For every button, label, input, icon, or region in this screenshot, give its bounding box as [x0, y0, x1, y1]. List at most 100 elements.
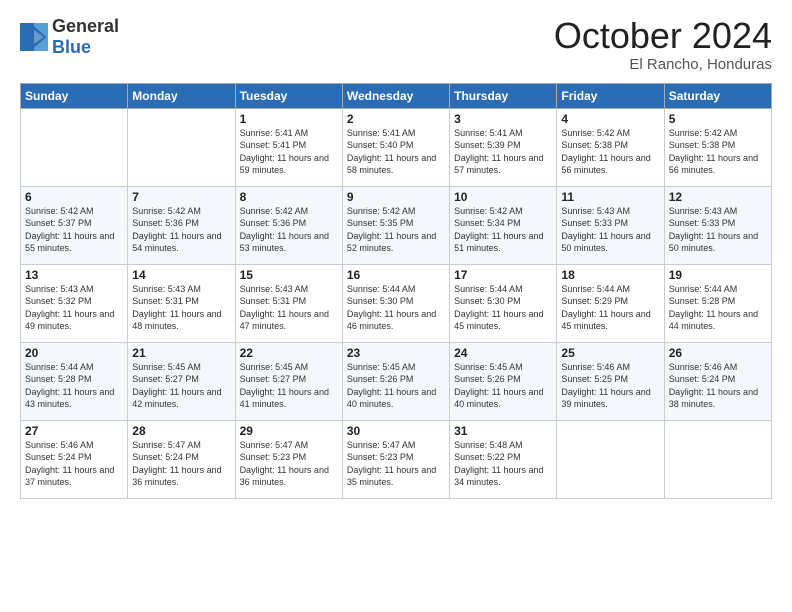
- day-info: Sunrise: 5:44 AM Sunset: 5:28 PM Dayligh…: [669, 283, 767, 333]
- calendar-cell: 27Sunrise: 5:46 AM Sunset: 5:24 PM Dayli…: [21, 420, 128, 498]
- calendar-cell: 1Sunrise: 5:41 AM Sunset: 5:41 PM Daylig…: [235, 108, 342, 186]
- day-info: Sunrise: 5:46 AM Sunset: 5:24 PM Dayligh…: [669, 361, 767, 411]
- calendar-cell: 15Sunrise: 5:43 AM Sunset: 5:31 PM Dayli…: [235, 264, 342, 342]
- calendar-week-1: 1Sunrise: 5:41 AM Sunset: 5:41 PM Daylig…: [21, 108, 772, 186]
- month-title: October 2024: [554, 16, 772, 56]
- calendar-week-5: 27Sunrise: 5:46 AM Sunset: 5:24 PM Dayli…: [21, 420, 772, 498]
- calendar-cell: [664, 420, 771, 498]
- day-info: Sunrise: 5:42 AM Sunset: 5:36 PM Dayligh…: [240, 205, 338, 255]
- day-number: 6: [25, 190, 123, 204]
- day-info: Sunrise: 5:44 AM Sunset: 5:28 PM Dayligh…: [25, 361, 123, 411]
- day-number: 12: [669, 190, 767, 204]
- page: General Blue October 2024 El Rancho, Hon…: [0, 0, 792, 612]
- day-info: Sunrise: 5:44 AM Sunset: 5:30 PM Dayligh…: [347, 283, 445, 333]
- day-info: Sunrise: 5:42 AM Sunset: 5:36 PM Dayligh…: [132, 205, 230, 255]
- calendar-cell: 8Sunrise: 5:42 AM Sunset: 5:36 PM Daylig…: [235, 186, 342, 264]
- col-tuesday: Tuesday: [235, 83, 342, 108]
- day-info: Sunrise: 5:45 AM Sunset: 5:27 PM Dayligh…: [240, 361, 338, 411]
- logo: General Blue: [20, 16, 119, 58]
- calendar-cell: 3Sunrise: 5:41 AM Sunset: 5:39 PM Daylig…: [450, 108, 557, 186]
- calendar-cell: [128, 108, 235, 186]
- day-number: 19: [669, 268, 767, 282]
- day-number: 11: [561, 190, 659, 204]
- day-number: 29: [240, 424, 338, 438]
- day-number: 9: [347, 190, 445, 204]
- day-number: 1: [240, 112, 338, 126]
- calendar-cell: 9Sunrise: 5:42 AM Sunset: 5:35 PM Daylig…: [342, 186, 449, 264]
- day-number: 16: [347, 268, 445, 282]
- day-number: 3: [454, 112, 552, 126]
- header: General Blue October 2024 El Rancho, Hon…: [20, 16, 772, 73]
- day-info: Sunrise: 5:43 AM Sunset: 5:33 PM Dayligh…: [669, 205, 767, 255]
- calendar-week-2: 6Sunrise: 5:42 AM Sunset: 5:37 PM Daylig…: [21, 186, 772, 264]
- calendar-cell: 29Sunrise: 5:47 AM Sunset: 5:23 PM Dayli…: [235, 420, 342, 498]
- day-number: 20: [25, 346, 123, 360]
- day-number: 27: [25, 424, 123, 438]
- logo-general: General: [52, 16, 119, 36]
- calendar-cell: 16Sunrise: 5:44 AM Sunset: 5:30 PM Dayli…: [342, 264, 449, 342]
- calendar-cell: 5Sunrise: 5:42 AM Sunset: 5:38 PM Daylig…: [664, 108, 771, 186]
- col-wednesday: Wednesday: [342, 83, 449, 108]
- calendar-cell: 25Sunrise: 5:46 AM Sunset: 5:25 PM Dayli…: [557, 342, 664, 420]
- day-number: 4: [561, 112, 659, 126]
- day-number: 18: [561, 268, 659, 282]
- day-info: Sunrise: 5:46 AM Sunset: 5:25 PM Dayligh…: [561, 361, 659, 411]
- day-number: 10: [454, 190, 552, 204]
- calendar-cell: 20Sunrise: 5:44 AM Sunset: 5:28 PM Dayli…: [21, 342, 128, 420]
- day-info: Sunrise: 5:44 AM Sunset: 5:29 PM Dayligh…: [561, 283, 659, 333]
- day-info: Sunrise: 5:43 AM Sunset: 5:31 PM Dayligh…: [240, 283, 338, 333]
- logo-text: General Blue: [52, 16, 119, 58]
- day-info: Sunrise: 5:47 AM Sunset: 5:24 PM Dayligh…: [132, 439, 230, 489]
- calendar-cell: 13Sunrise: 5:43 AM Sunset: 5:32 PM Dayli…: [21, 264, 128, 342]
- calendar-cell: 7Sunrise: 5:42 AM Sunset: 5:36 PM Daylig…: [128, 186, 235, 264]
- calendar-cell: 23Sunrise: 5:45 AM Sunset: 5:26 PM Dayli…: [342, 342, 449, 420]
- calendar-cell: 18Sunrise: 5:44 AM Sunset: 5:29 PM Dayli…: [557, 264, 664, 342]
- day-number: 22: [240, 346, 338, 360]
- day-number: 26: [669, 346, 767, 360]
- calendar-cell: 31Sunrise: 5:48 AM Sunset: 5:22 PM Dayli…: [450, 420, 557, 498]
- calendar-cell: 22Sunrise: 5:45 AM Sunset: 5:27 PM Dayli…: [235, 342, 342, 420]
- calendar-cell: 28Sunrise: 5:47 AM Sunset: 5:24 PM Dayli…: [128, 420, 235, 498]
- logo-blue: Blue: [52, 37, 91, 57]
- col-friday: Friday: [557, 83, 664, 108]
- day-info: Sunrise: 5:42 AM Sunset: 5:38 PM Dayligh…: [669, 127, 767, 177]
- col-sunday: Sunday: [21, 83, 128, 108]
- day-info: Sunrise: 5:41 AM Sunset: 5:40 PM Dayligh…: [347, 127, 445, 177]
- calendar-cell: [557, 420, 664, 498]
- calendar-week-4: 20Sunrise: 5:44 AM Sunset: 5:28 PM Dayli…: [21, 342, 772, 420]
- calendar-cell: [21, 108, 128, 186]
- calendar-cell: 6Sunrise: 5:42 AM Sunset: 5:37 PM Daylig…: [21, 186, 128, 264]
- calendar-cell: 14Sunrise: 5:43 AM Sunset: 5:31 PM Dayli…: [128, 264, 235, 342]
- day-number: 15: [240, 268, 338, 282]
- calendar-cell: 26Sunrise: 5:46 AM Sunset: 5:24 PM Dayli…: [664, 342, 771, 420]
- day-info: Sunrise: 5:45 AM Sunset: 5:26 PM Dayligh…: [454, 361, 552, 411]
- day-info: Sunrise: 5:42 AM Sunset: 5:38 PM Dayligh…: [561, 127, 659, 177]
- day-number: 23: [347, 346, 445, 360]
- day-info: Sunrise: 5:44 AM Sunset: 5:30 PM Dayligh…: [454, 283, 552, 333]
- calendar-cell: 10Sunrise: 5:42 AM Sunset: 5:34 PM Dayli…: [450, 186, 557, 264]
- day-info: Sunrise: 5:41 AM Sunset: 5:39 PM Dayligh…: [454, 127, 552, 177]
- day-number: 31: [454, 424, 552, 438]
- day-info: Sunrise: 5:42 AM Sunset: 5:35 PM Dayligh…: [347, 205, 445, 255]
- day-number: 24: [454, 346, 552, 360]
- col-saturday: Saturday: [664, 83, 771, 108]
- day-number: 14: [132, 268, 230, 282]
- day-number: 8: [240, 190, 338, 204]
- calendar-cell: 24Sunrise: 5:45 AM Sunset: 5:26 PM Dayli…: [450, 342, 557, 420]
- day-number: 2: [347, 112, 445, 126]
- day-number: 28: [132, 424, 230, 438]
- calendar-cell: 2Sunrise: 5:41 AM Sunset: 5:40 PM Daylig…: [342, 108, 449, 186]
- calendar-cell: 21Sunrise: 5:45 AM Sunset: 5:27 PM Dayli…: [128, 342, 235, 420]
- day-number: 21: [132, 346, 230, 360]
- calendar-cell: 19Sunrise: 5:44 AM Sunset: 5:28 PM Dayli…: [664, 264, 771, 342]
- day-info: Sunrise: 5:42 AM Sunset: 5:34 PM Dayligh…: [454, 205, 552, 255]
- col-thursday: Thursday: [450, 83, 557, 108]
- day-info: Sunrise: 5:42 AM Sunset: 5:37 PM Dayligh…: [25, 205, 123, 255]
- day-info: Sunrise: 5:47 AM Sunset: 5:23 PM Dayligh…: [240, 439, 338, 489]
- title-section: October 2024 El Rancho, Honduras: [554, 16, 772, 73]
- day-info: Sunrise: 5:43 AM Sunset: 5:32 PM Dayligh…: [25, 283, 123, 333]
- calendar-table: Sunday Monday Tuesday Wednesday Thursday…: [20, 83, 772, 499]
- day-info: Sunrise: 5:43 AM Sunset: 5:31 PM Dayligh…: [132, 283, 230, 333]
- location: El Rancho, Honduras: [554, 56, 772, 73]
- day-info: Sunrise: 5:46 AM Sunset: 5:24 PM Dayligh…: [25, 439, 123, 489]
